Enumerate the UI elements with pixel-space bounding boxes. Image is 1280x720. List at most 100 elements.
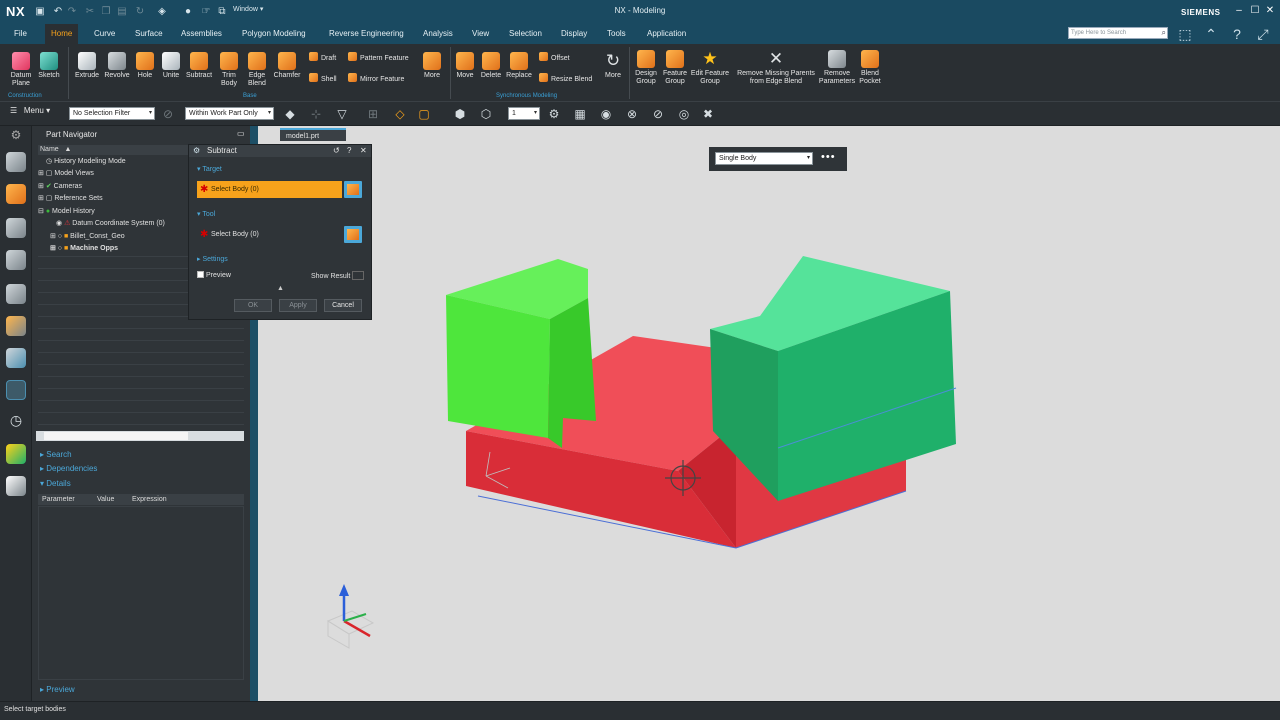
help-icon[interactable]: ? [347,145,351,157]
tree-item-machine-opps[interactable]: ⊞ ○ ■ Machine Opps [50,244,118,254]
collapse-arrow-icon[interactable]: ▲ [277,285,284,292]
blend-pocket-button[interactable]: Blend Pocket [856,50,884,86]
show-hide-icon[interactable]: ◉ [598,106,614,122]
tree-item-datum-csys[interactable]: ◉ ⚠ Datum Coordinate System (0) [56,219,165,229]
details-column-header[interactable]: Parameter Value Expression [38,494,244,505]
settings-section[interactable]: ▸ Settings [197,255,228,263]
unite-button[interactable]: Unite [158,52,184,80]
selection-filter-dropdown[interactable]: No Selection Filter ▾ [69,107,155,120]
assembly-navigator-icon[interactable] [6,152,26,172]
fullscreen-icon[interactable]: ⤢ [1254,25,1272,43]
tab-application[interactable]: Application [641,24,692,44]
tab-polygon-modeling[interactable]: Polygon Modeling [236,24,312,44]
tab-reverse-engineering[interactable]: Reverse Engineering [323,24,410,44]
dialog-settings-icon[interactable]: ⚙ [193,145,200,157]
hd3d-tools-icon[interactable] [6,284,26,304]
tab-view[interactable]: View [466,24,495,44]
col-value[interactable]: Value [97,494,114,505]
tab-assemblies[interactable]: Assemblies [175,24,228,44]
revolve-button[interactable]: Revolve [102,52,132,80]
settings-icon[interactable]: ⚙ [6,128,26,148]
help-icon[interactable]: ? [1228,25,1246,43]
datum-plane-button[interactable]: Datum Plane [6,52,36,88]
shell-button[interactable]: Shell [309,73,337,85]
tab-home[interactable]: Home [45,24,79,44]
extrude-button[interactable]: Extrude [72,52,102,80]
preview-section[interactable]: ▸ Preview [40,685,75,694]
touch-icon[interactable]: ⬚ [1176,25,1194,43]
reuse-library-icon[interactable] [6,250,26,270]
delete-face-button[interactable]: Delete [478,52,504,80]
tree-item-model-views[interactable]: ⊞ ▢ Model Views [38,169,94,179]
manufacturing-wizards-icon[interactable] [6,316,26,336]
hide-icon[interactable]: ⊗ [624,106,640,122]
more-options-icon[interactable]: ••• [821,151,836,163]
tree-item-history-mode[interactable]: ◷ History Modeling Mode [46,157,126,167]
dialog-title-bar[interactable]: ⚙ Subtract ↺ ? ✕ [189,145,371,157]
reset-icon[interactable]: ↺ [333,145,340,157]
col-parameter[interactable]: Parameter [42,494,75,505]
navigator-horizontal-scrollbar[interactable] [36,431,244,441]
search-section[interactable]: ▸ Search [40,450,72,459]
scrollbar-thumb[interactable] [44,432,188,440]
show-result-button[interactable]: Show Result [311,271,365,280]
tab-selection[interactable]: Selection [503,24,548,44]
chamfer-button[interactable]: Chamfer [272,52,302,80]
minimize-icon[interactable]: – [1233,5,1245,17]
edge-blend-button[interactable]: Edge Blend [244,52,270,88]
history-icon[interactable]: ◷ [6,412,26,432]
menu-button[interactable]: ☰ Menu ▾ [10,106,50,115]
target-body-icon[interactable] [344,181,362,198]
tool-body-icon[interactable] [344,226,362,243]
selection-scope-dropdown[interactable]: Within Work Part Only ▾ [185,107,274,120]
part-navigator-icon[interactable] [6,184,26,204]
snap-icon[interactable]: ⊞ [365,106,381,122]
maximize-icon[interactable]: ☐ [1249,5,1261,17]
mirror-feature-button[interactable]: Mirror Feature [348,73,404,85]
graphics-tab[interactable]: model1.prt [280,128,346,141]
filter-icon[interactable]: ⊘ [160,106,176,122]
tab-tools[interactable]: Tools [601,24,632,44]
select-all-icon[interactable]: ⊹ [308,106,324,122]
layer-visibility-icon[interactable]: ▦ [572,106,588,122]
draft-button[interactable]: Draft [309,52,336,64]
hole-button[interactable]: Hole [132,52,158,80]
show-icon[interactable]: ◎ [676,106,692,122]
tree-item-model-history[interactable]: ⊟ ● Model History [38,207,95,217]
select-feature-icon[interactable]: ◆ [282,106,298,122]
navigator-pin-icon[interactable]: ▭ [237,129,245,138]
ok-button[interactable]: OK [234,299,272,312]
target-select-body[interactable]: ✱ Select Body (0) [197,181,342,198]
offset-region-button[interactable]: Offset [539,52,570,64]
subtract-button[interactable]: Subtract [184,52,214,80]
command-search-input[interactable]: Type Here to Search ⌕ [1068,27,1168,39]
preview-checkbox[interactable]: Preview [197,271,231,279]
trim-body-button[interactable]: Trim Body [216,52,242,88]
close-icon[interactable]: ✕ [1264,5,1276,17]
feature-group-button[interactable]: Feature Group [660,50,690,86]
sketch-button[interactable]: Sketch [36,52,62,80]
dialog-close-icon[interactable]: ✕ [360,145,367,157]
more-sync-button[interactable]: ↻ More [601,52,625,80]
remove-parameters-button[interactable]: Remove Parameters [818,50,856,86]
more-base-button[interactable]: More [420,52,444,80]
shaded-view-icon[interactable]: ⬢ [452,106,468,122]
layer-settings-icon[interactable]: ⚙ [546,106,562,122]
pattern-feature-button[interactable]: Pattern Feature [348,52,409,64]
remove-missing-parents-button[interactable]: ✕ Remove Missing Parents from Edge Blend [733,50,819,86]
design-group-button[interactable]: Design Group [631,50,661,86]
tree-item-billet[interactable]: ⊞ ○ ■ Billet_Const_Geo [50,232,125,242]
constraint-navigator-icon[interactable] [6,218,26,238]
replace-face-button[interactable]: Replace [504,52,534,80]
col-expression[interactable]: Expression [132,494,167,505]
target-section[interactable]: ▾ Target [197,165,222,173]
checkbox-icon[interactable] [197,271,204,278]
tab-analysis[interactable]: Analysis [417,24,459,44]
apply-button[interactable]: Apply [279,299,317,312]
process-studio-icon[interactable] [6,476,26,496]
work-layer-dropdown[interactable]: 1 ▾ [508,107,540,120]
dependencies-section[interactable]: ▸ Dependencies [40,464,97,473]
tool-section[interactable]: ▾ Tool [197,210,215,218]
edit-feature-group-button[interactable]: ★ Edit Feature Group [689,50,731,86]
tab-display[interactable]: Display [555,24,593,44]
